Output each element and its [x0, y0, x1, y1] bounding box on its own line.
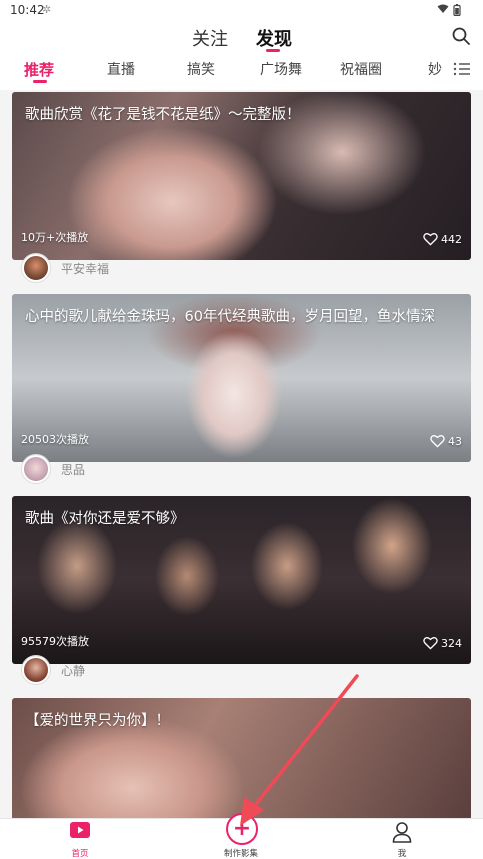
author-name[interactable]: 思品: [61, 461, 85, 478]
nav-home[interactable]: 首页: [40, 819, 120, 859]
category-active-indicator: [33, 80, 47, 83]
heart-icon: [423, 233, 438, 246]
app-screen: 10:42 ✲ 关注 发现 推荐 直播 搞笑 广场舞 祝福圈 妙 歌曲欣赏《花了…: [0, 0, 483, 859]
video-card[interactable]: 歌曲欣赏《花了是钱不花是纸》～完整版！ 10万+次播放 442: [12, 92, 471, 260]
like-count: 324: [441, 636, 462, 650]
category-tab-live[interactable]: 直播: [107, 59, 135, 79]
bottom-nav: 首页 + 制作影集 我: [0, 813, 483, 859]
like-count: 43: [448, 434, 462, 448]
avatar[interactable]: [22, 254, 50, 282]
category-tab-funny[interactable]: 搞笑: [187, 59, 215, 79]
nav-me-label: 我: [397, 849, 407, 859]
category-tabs: 推荐 直播 搞笑 广场舞 祝福圈 妙: [0, 52, 483, 90]
video-card[interactable]: 歌曲《对你还是爱不够》 95579次播放 324: [12, 496, 471, 664]
heart-icon: [430, 435, 445, 448]
like-button[interactable]: 43: [430, 434, 462, 448]
video-card[interactable]: 心中的歌儿献给金珠玛，60年代经典歌曲，岁月回望，鱼水情深 20503次播放 4…: [12, 294, 471, 462]
tab-discover[interactable]: 发现: [256, 25, 292, 51]
category-tab-more[interactable]: 妙: [428, 59, 442, 79]
nav-make-label: 制作影集: [223, 849, 258, 859]
nav-home-label: 首页: [71, 849, 89, 859]
category-tab-blessing[interactable]: 祝福圈: [340, 59, 382, 79]
video-feed: 歌曲欣赏《花了是钱不花是纸》～完整版！ 10万+次播放 442 平安幸福 心中的…: [0, 90, 483, 818]
plus-circle-icon[interactable]: +: [226, 813, 258, 845]
play-count: 95579次播放: [21, 635, 89, 648]
nav-make-album[interactable]: + 制作影集: [201, 813, 281, 859]
top-header: 关注 发现: [0, 20, 483, 52]
status-bar: 10:42 ✲: [0, 0, 483, 20]
avatar[interactable]: [22, 656, 50, 684]
like-button[interactable]: 324: [423, 636, 462, 650]
video-title: 心中的歌儿献给金珠玛，60年代经典歌曲，岁月回望，鱼水情深: [25, 309, 435, 325]
author-row[interactable]: 思品: [22, 455, 85, 483]
avatar[interactable]: [22, 455, 50, 483]
video-title: 歌曲《对你还是爱不够》: [25, 511, 185, 527]
wifi-icon: [437, 4, 449, 13]
category-tab-square-dance[interactable]: 广场舞: [260, 59, 302, 79]
video-title: 【爱的世界只为你】！: [25, 713, 170, 729]
tab-follow[interactable]: 关注: [192, 25, 228, 51]
person-icon: [392, 822, 412, 843]
search-icon[interactable]: [451, 26, 471, 46]
play-count: 10万+次播放: [21, 231, 89, 244]
author-row[interactable]: 平安幸福: [22, 254, 109, 282]
heart-icon: [423, 637, 438, 650]
category-menu-icon[interactable]: [453, 61, 471, 77]
video-card[interactable]: 【爱的世界只为你】！: [12, 698, 471, 818]
like-button[interactable]: 442: [423, 232, 462, 246]
home-tv-icon: [70, 822, 90, 838]
settings-status-icon: ✲: [42, 3, 52, 16]
status-time: 10:42: [10, 3, 45, 17]
nav-me[interactable]: 我: [362, 819, 442, 859]
video-title: 歌曲欣赏《花了是钱不花是纸》～完整版！: [25, 107, 301, 123]
author-row[interactable]: 心静: [22, 656, 85, 684]
battery-icon: [453, 4, 461, 16]
play-count: 20503次播放: [21, 433, 89, 446]
author-name[interactable]: 平安幸福: [61, 260, 109, 277]
like-count: 442: [441, 232, 462, 246]
author-name[interactable]: 心静: [61, 662, 85, 679]
category-tab-recommend[interactable]: 推荐: [24, 59, 54, 80]
